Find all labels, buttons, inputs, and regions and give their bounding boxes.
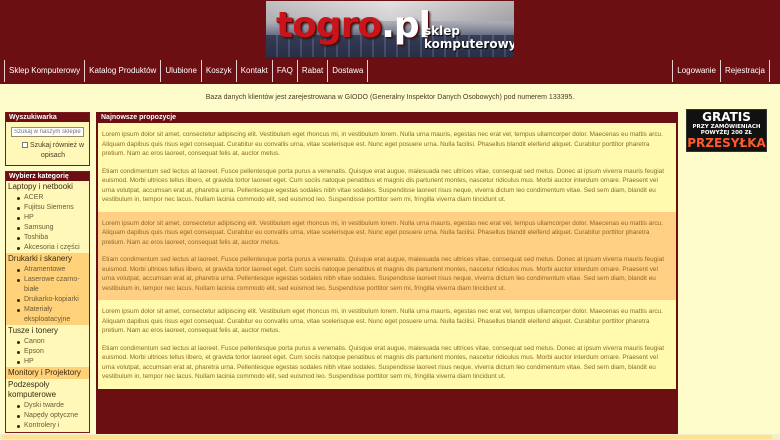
promo-line-3: PRZESYŁKA xyxy=(687,136,766,150)
logo-domain: .pl xyxy=(381,5,431,46)
nav-left: Sklep Komputerowy Katalog Produktów Ulubio… xyxy=(4,60,369,82)
news-paragraph: Lorem ipsum dolor sit amet, consectetur … xyxy=(102,131,663,157)
search-descriptions-checkbox[interactable] xyxy=(21,142,28,149)
logo-tagline: sklep komputerowy xyxy=(424,25,514,51)
news-item: Lorem ipsum dolor sit amet, consectetur … xyxy=(98,211,676,300)
search-box-title: Wyszukiwarka xyxy=(6,113,89,122)
subcategory-item[interactable]: Drukarko-kopiarki xyxy=(6,295,89,305)
sidebar: Wyszukiwarka Szukaj również w opisach Wy… xyxy=(5,112,90,440)
nav-link-kontakt[interactable]: Kontakt xyxy=(235,60,272,82)
nav-link-rejestracja[interactable]: Rejestracja xyxy=(719,60,770,82)
horizontal-scrollbar[interactable] xyxy=(0,434,780,440)
main-title: Najnowsze propozycje xyxy=(101,114,177,121)
subcategory-item[interactable]: Fujitsu Siemens xyxy=(6,203,89,213)
category-group[interactable]: Drukarki i skanery xyxy=(6,253,89,265)
category-list: Laptopy i netbooki ACER Fujitsu Siemens HP S… xyxy=(6,181,89,431)
logo-banner[interactable]: togro.pl sklep komputerowy xyxy=(266,1,514,57)
subcategory-item[interactable]: Materiały eksploatacyjne xyxy=(6,305,89,325)
subcategory-item[interactable]: Napędy optyczne xyxy=(6,411,89,421)
subcategory-item[interactable]: Epson xyxy=(6,347,89,357)
search-descriptions-option[interactable]: Szukaj również w opisach xyxy=(18,141,88,161)
subcategory-item[interactable]: HP xyxy=(6,213,89,223)
scrollbar-thumb[interactable] xyxy=(2,435,772,439)
news-item: Lorem ipsum dolor sit amet, consectetur … xyxy=(98,300,676,389)
subcategory-item[interactable]: ACER xyxy=(6,193,89,203)
news-paragraph: Lorem ipsum dolor sit amet, consectetur … xyxy=(102,219,663,246)
logo-wordmark: togro.pl xyxy=(276,5,431,46)
promo-line-2: PRZY ZAMÓWIENIACH POWYŻEJ 200 ZŁ xyxy=(692,124,761,136)
nav-link-katalog-produktów[interactable]: Katalog Produktów xyxy=(84,60,160,82)
nav-link-ulubione[interactable]: Ulubione xyxy=(160,60,201,82)
content-area: Baza danych klientów jest zarejestrowana… xyxy=(0,84,780,440)
category-box-title: Wybierz kategorię xyxy=(6,172,89,181)
subcategory-item[interactable]: Dyski twarde xyxy=(6,401,89,411)
giodo-notice: Baza danych klientów jest zarejestrowana… xyxy=(205,94,575,101)
subcategory-item[interactable]: Atramentowe xyxy=(6,265,89,275)
search-box: Wyszukiwarka Szukaj również w opisach xyxy=(5,112,90,166)
nav-link-sklep-komputerowy[interactable]: Sklep Komputerowy xyxy=(4,60,84,82)
category-group[interactable]: Podzespoły komputerowe xyxy=(6,379,89,401)
subcategory-item[interactable]: Samsung xyxy=(6,223,89,233)
search-input[interactable] xyxy=(11,127,84,137)
news-paragraph: Etiam condimentum sed lectus at laoreet.… xyxy=(102,167,664,204)
subcategory-list: Atramentowe Laserowe czarno-białe Drukarko… xyxy=(6,265,89,325)
nav-link-rabat[interactable]: Rabat xyxy=(296,60,327,82)
subcategory-item[interactable]: Toshiba xyxy=(6,233,89,243)
subcategory-item[interactable]: Canon xyxy=(6,337,89,347)
logo-tagline-2: komputerowy xyxy=(424,37,514,51)
subcategory-list: Canon Epson HP xyxy=(6,337,89,367)
header: togro.pl sklep komputerowy xyxy=(0,0,780,58)
subcategory-list: ACER Fujitsu Siemens HP Samsung Toshiba Akces… xyxy=(6,193,89,253)
category-box: Wybierz kategorię Laptopy i netbooki ACER… xyxy=(5,171,90,433)
category-group[interactable]: Tusze i tonery xyxy=(6,325,89,337)
logo-text: togro xyxy=(276,5,382,46)
main-nav: Sklep Komputerowy Katalog Produktów Ulubio… xyxy=(0,58,780,84)
news-item: Lorem ipsum dolor sit amet, consectetur … xyxy=(98,123,676,212)
free-shipping-banner[interactable]: GRATIS PRZY ZAMÓWIENIACH POWYŻEJ 200 ZŁ … xyxy=(686,109,767,152)
subcategory-item[interactable]: HP xyxy=(6,357,89,367)
news-paragraph: Lorem ipsum dolor sit amet, consectetur … xyxy=(102,308,663,334)
news-paragraph: Etiam condimentum sed lectus at laoreet.… xyxy=(102,256,664,292)
subcategory-item[interactable]: Akcesoria i części xyxy=(6,243,89,253)
main-panel: Najnowsze propozycje Lorem ipsum dolor s… xyxy=(96,112,678,440)
nav-link-dostawa[interactable]: Dostawa xyxy=(327,60,369,82)
nav-link-koszyk[interactable]: Koszyk xyxy=(200,60,236,82)
nav-link-logowanie[interactable]: Logowanie xyxy=(672,60,720,82)
subcategory-item[interactable]: Laserowe czarno-białe xyxy=(6,275,89,295)
search-descriptions-label: Szukaj również w opisach xyxy=(29,142,85,159)
category-group[interactable]: Laptopy i netbooki xyxy=(6,181,89,193)
subcategory-item[interactable]: Kontrolery i xyxy=(6,421,89,431)
nav-link-faq[interactable]: FAQ xyxy=(271,60,297,82)
subcategory-list: Dyski twarde Napędy optyczne Kontrolery i xyxy=(6,401,89,431)
category-group[interactable]: Monitory i Projektory xyxy=(6,367,89,379)
news-paragraph: Etiam condimentum sed lectus at laoreet.… xyxy=(102,344,664,381)
nav-right: Logowanie Rejestracja xyxy=(672,60,770,82)
promo-line-1: GRATIS xyxy=(702,110,751,124)
